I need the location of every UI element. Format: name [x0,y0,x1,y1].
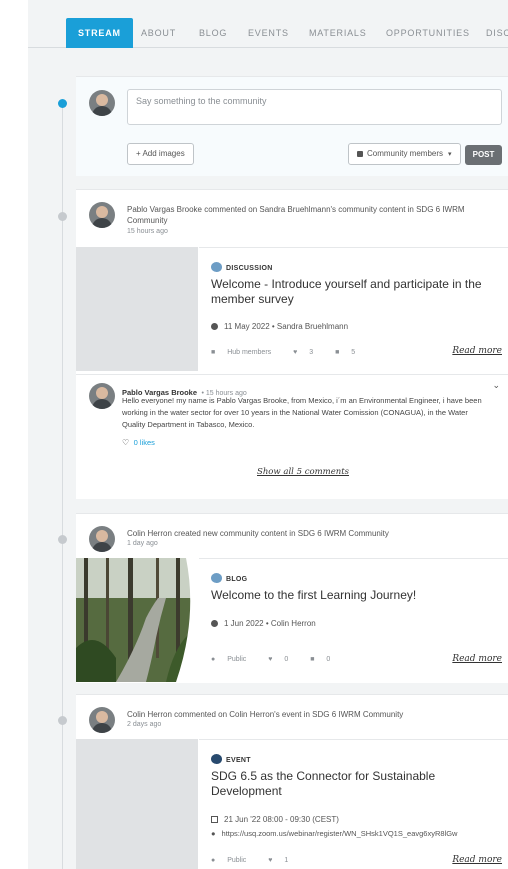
show-all-comments-link[interactable]: Show all 5 comments [257,467,349,477]
activity-time: 2 days ago [127,721,162,728]
activity-time: 15 hours ago [127,228,168,235]
tab-blog[interactable]: BLOG [199,18,227,48]
heart-icon[interactable]: ♡ [122,438,129,447]
comment-text: Hello everyone! my name is Pablo Vargas … [122,396,482,429]
event-icon [211,754,222,764]
visibility-select[interactable]: Community members ▾ [348,143,461,165]
heart-icon: ♥ [268,656,273,663]
read-more-link[interactable]: Read more [452,855,502,865]
timeline-dot [58,212,67,221]
content-preview[interactable]: DISCUSSION Welcome - Introduce yourself … [199,247,508,371]
activity-time: 1 day ago [127,540,158,547]
read-more-link[interactable]: Read more [452,346,502,356]
forest-stream-image [76,558,198,682]
comment-icon: ■ [310,656,315,663]
blog-icon [211,573,222,583]
post-input[interactable]: Say something to the community [127,89,502,125]
avatar [89,90,115,116]
content-type: DISCUSSION [211,262,273,272]
content-thumbnail[interactable] [76,558,198,682]
event-location: ● https://usq.zoom.us/webinar/register/WN… [211,829,458,838]
content-title[interactable]: SDG 6.5 as the Connector for Sustainable… [211,769,501,799]
content-type: BLOG [211,573,247,583]
chevron-down-icon: ▾ [448,151,452,158]
timeline-dot [58,716,67,725]
content-thumbnail[interactable] [76,739,198,869]
user-icon [211,323,218,330]
comment-menu-icon[interactable]: ⌄ [492,380,500,391]
content-title[interactable]: Welcome - Introduce yourself and partici… [211,277,501,307]
content-title[interactable]: Welcome to the first Learning Journey! [211,588,501,603]
visibility-label: Community members [367,149,444,158]
post-composer: Say something to the community + Add ima… [76,76,508,176]
tab-events[interactable]: EVENTS [248,18,289,48]
avatar [89,707,115,733]
comment-icon: ■ [335,349,340,356]
comment: Pablo Vargas Brooke • 15 hours ago ⌄ Hel… [76,374,508,500]
content-preview[interactable]: BLOG Welcome to the first Learning Journ… [199,558,508,682]
timeline-dot [58,535,67,544]
activity-text: Pablo Vargas Brooke commented on Sandra … [127,205,465,225]
heart-icon: ♥ [268,857,273,864]
content-stats: ● Public ♥ 1 [211,857,289,864]
activity-text: Colin Herron created new community conte… [127,529,389,538]
tab-bar: STREAM ABOUT BLOG EVENTS MATERIALS OPPOR… [28,0,508,48]
tab-discussions[interactable]: DISC [486,18,508,48]
activity-card: Colin Herron commented on Colin Herron's… [76,694,508,869]
tab-about[interactable]: ABOUT [141,18,176,48]
lock-icon: ■ [211,349,216,356]
activity-card: Colin Herron created new community conte… [76,513,508,683]
globe-icon: ● [211,857,216,864]
heart-icon: ♥ [293,349,298,356]
content-type: EVENT [211,754,251,764]
add-images-button[interactable]: + Add images [127,143,194,165]
content-stats: ● Public ♥ 0 ■ 0 [211,656,331,663]
activity-text: Colin Herron commented on Colin Herron's… [127,710,404,719]
avatar [89,202,115,228]
content-thumbnail[interactable] [76,247,198,371]
user-icon [211,620,218,627]
activity-card: Pablo Vargas Brooke commented on Sandra … [76,189,508,499]
discussion-icon [211,262,222,272]
content-stats: ■ Hub members ♥ 3 ■ 5 [211,349,356,356]
community-page: STREAM ABOUT BLOG EVENTS MATERIALS OPPOR… [28,0,508,869]
comment-likes[interactable]: 0 likes [134,438,155,447]
read-more-link[interactable]: Read more [452,654,502,664]
globe-icon: ● [211,656,216,663]
tab-stream[interactable]: STREAM [66,18,133,48]
avatar [89,526,115,552]
content-meta: 11 May 2022 • Sandra Bruehlmann [211,322,348,331]
location-pin-icon: ● [211,829,216,838]
event-date: 21 Jun '22 08:00 - 09:30 (CEST) [211,815,339,824]
lock-icon [357,151,363,157]
tab-materials[interactable]: MATERIALS [309,18,367,48]
timeline-dot [58,99,67,108]
avatar [89,383,115,409]
post-button[interactable]: POST [465,145,502,165]
tab-opportunities[interactable]: OPPORTUNITIES [386,18,470,48]
calendar-icon [211,816,218,823]
content-preview[interactable]: EVENT SDG 6.5 as the Connector for Susta… [199,739,508,869]
content-meta: 1 Jun 2022 • Colin Herron [211,619,316,628]
